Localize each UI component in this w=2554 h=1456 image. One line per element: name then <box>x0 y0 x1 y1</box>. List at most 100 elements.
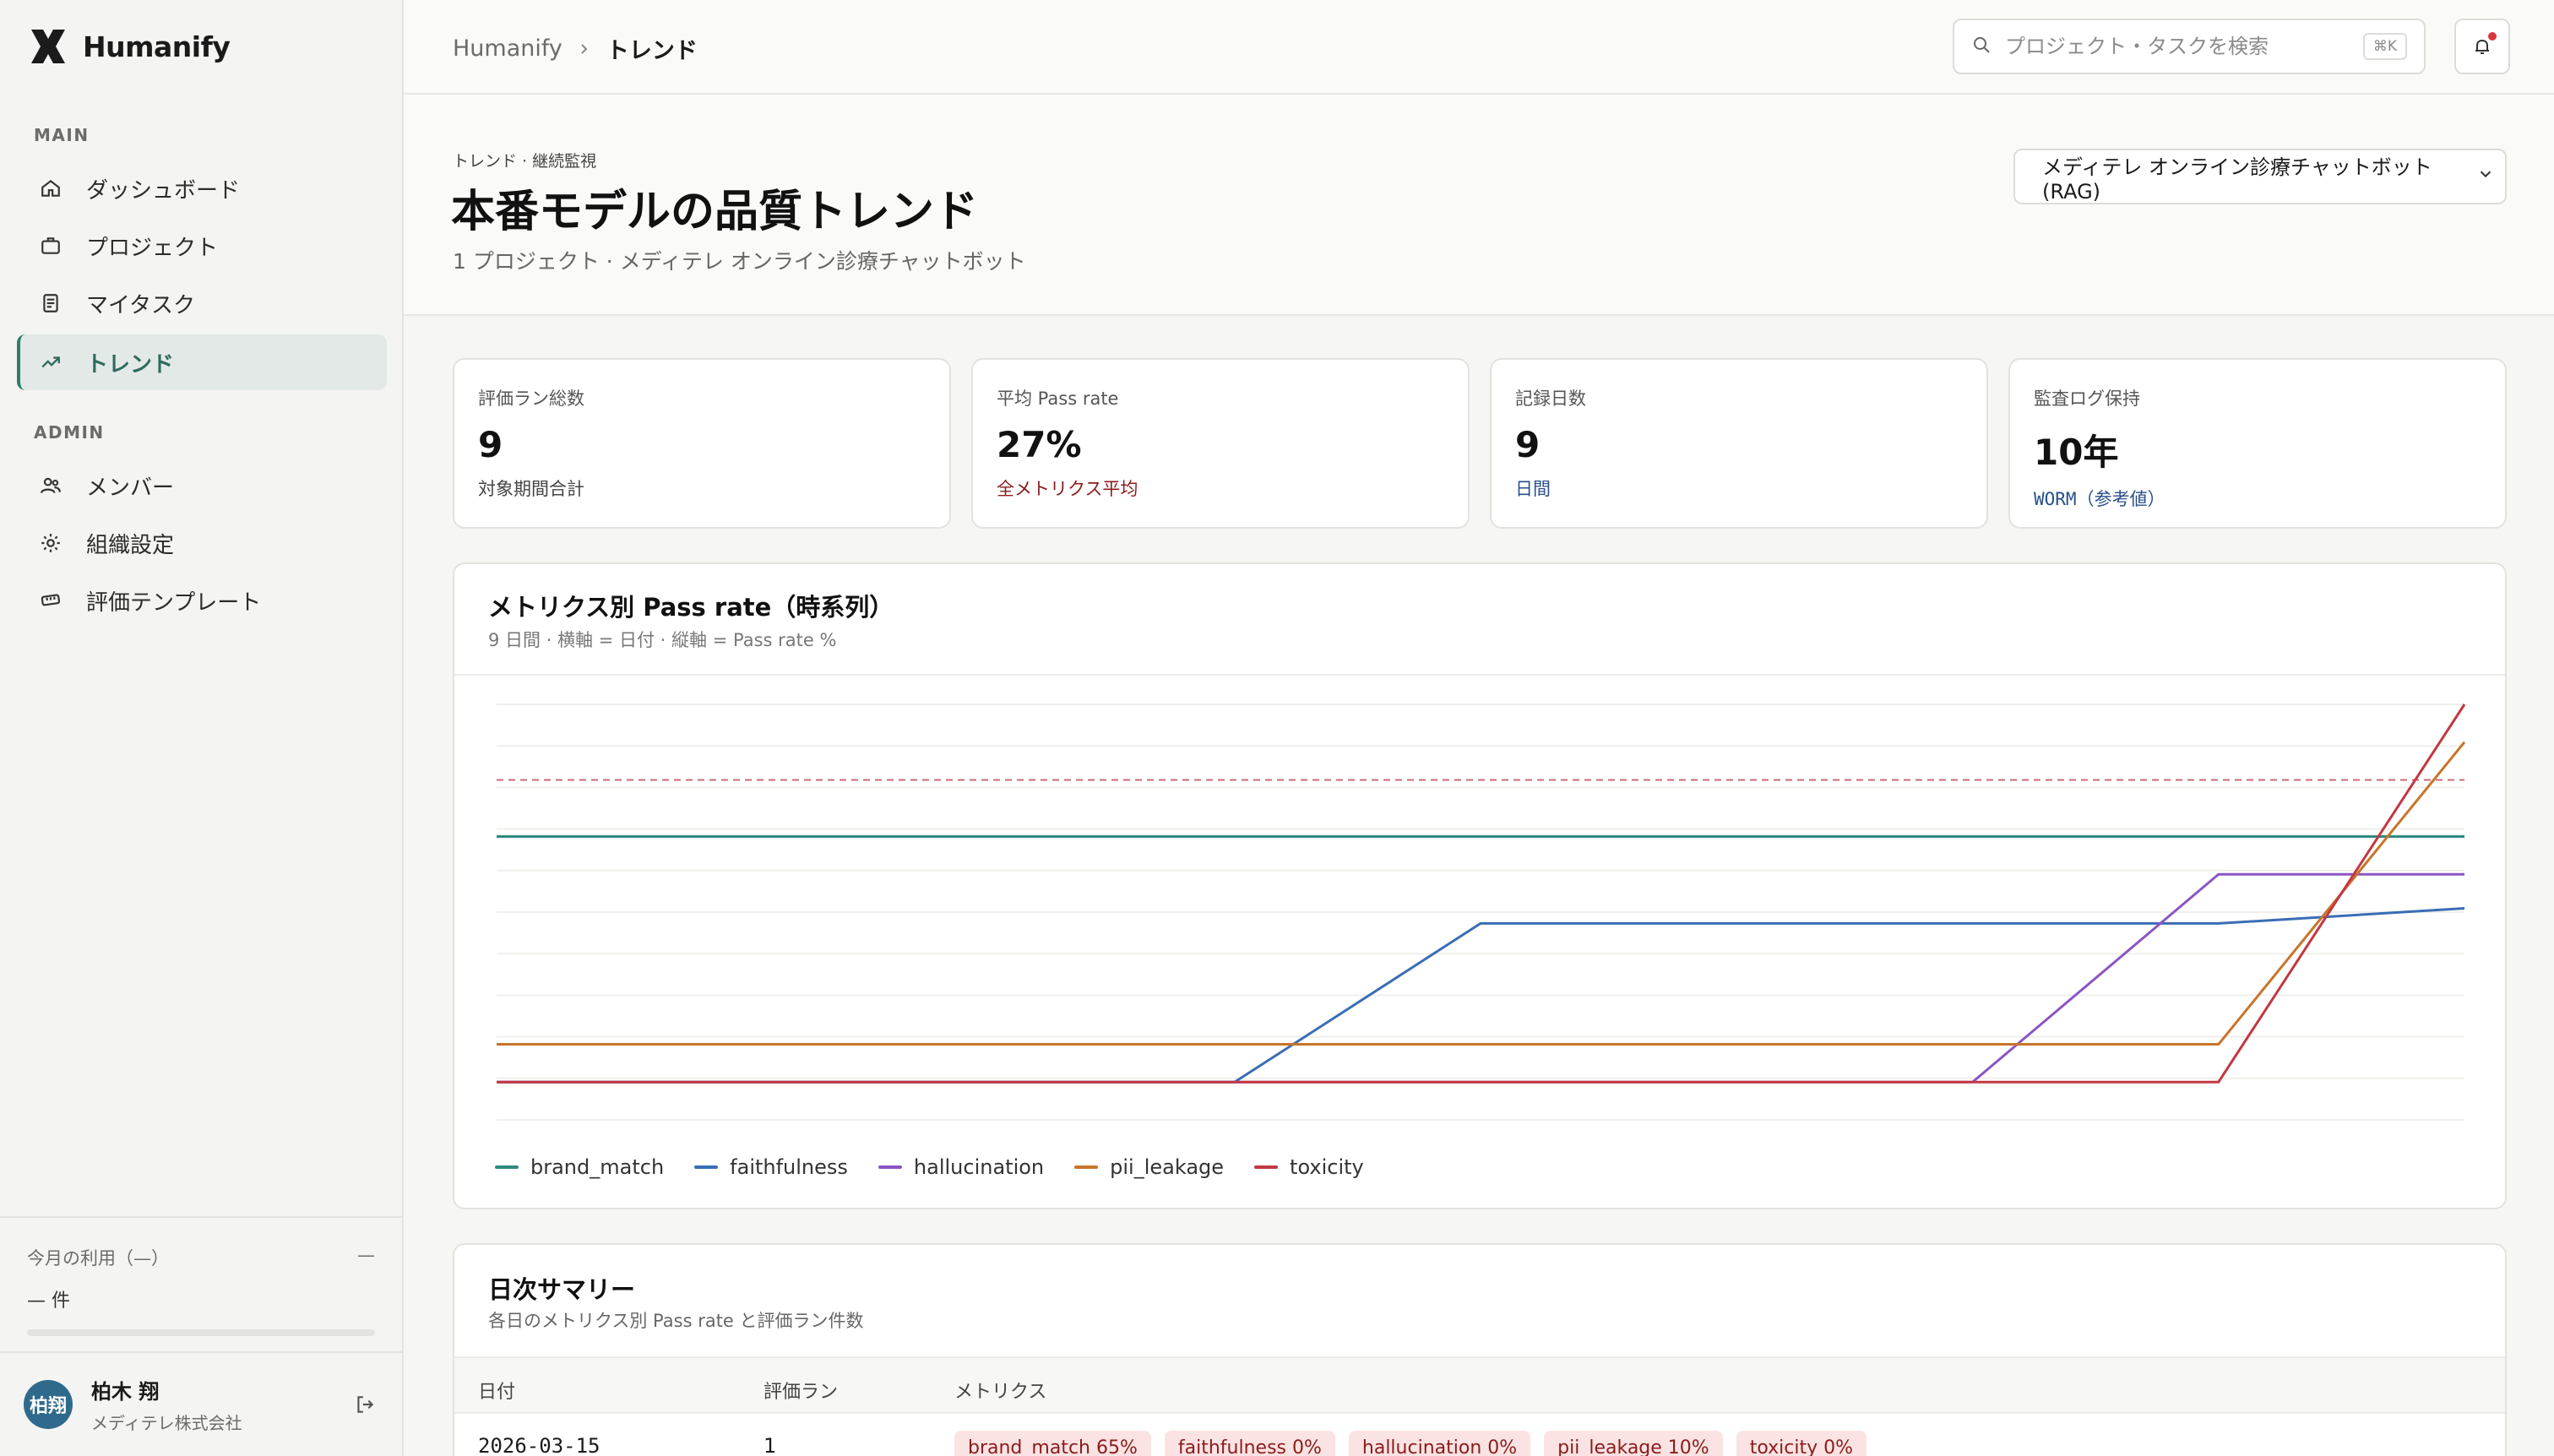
sidebar-item-label: プロジェクト <box>86 235 219 261</box>
chart-legend: brand_match faithfulness hallucination pii_… <box>495 1155 1364 1179</box>
chevron-down-icon <box>2476 165 2495 188</box>
project-select[interactable]: メディテレ オンライン診療チャットボット (RAG) <box>2013 149 2507 204</box>
page-eyebrow: トレンド · 継続監視 <box>453 152 597 171</box>
sidebar-item-label: 評価テンプレート <box>86 589 262 616</box>
briefcase-icon <box>37 232 64 259</box>
column-header-runs: 評価ラン <box>763 1382 839 1403</box>
humanify-logo-icon <box>31 30 65 63</box>
stat-card-recorded-days: 記録日数 9 日間 <box>1490 358 1988 529</box>
page-subtitle: 1 プロジェクト · メディテレ オンライン診療チャットボット <box>453 249 1026 274</box>
sidebar-item-members[interactable]: メンバー <box>17 458 387 513</box>
nav-section-main: MAIN <box>34 125 90 145</box>
chart-card: メトリクス別 Pass rate（時系列） 9 日間 · 横軸 = 日付 · 縦… <box>453 562 2507 1209</box>
legend-item-hallucination[interactable]: hallucination <box>878 1155 1044 1179</box>
metric-pill: pii_leakage 10% <box>1544 1431 1723 1456</box>
table-row[interactable]: 2026-03-15 1 brand_match 65% faithfulness… <box>454 1414 2505 1456</box>
notification-dot <box>2488 32 2497 41</box>
nav-section-admin: ADMIN <box>34 422 105 443</box>
logout-icon[interactable] <box>351 1391 378 1418</box>
breadcrumb-root[interactable]: Humanify <box>453 35 562 62</box>
table-header: 日付 評価ラン メトリクス <box>454 1356 2505 1414</box>
series-line-hallucination[interactable] <box>497 872 2464 1084</box>
stat-label: 平均 Pass rate <box>997 388 1119 409</box>
legend-item-faithfulness[interactable]: faithfulness <box>694 1155 848 1179</box>
usage-label: 今月の利用（—） <box>27 1248 169 1269</box>
sidebar-item-label: 組織設定 <box>86 532 175 558</box>
legend-swatch <box>694 1165 719 1169</box>
usage-panel: 今月の利用（—） — — 件 <box>0 1216 402 1351</box>
trend-icon <box>37 349 64 376</box>
metric-pill: hallucination 0% <box>1348 1431 1531 1456</box>
stat-note: 全メトリクス平均 <box>997 479 1138 499</box>
column-header-date: 日付 <box>478 1382 516 1403</box>
project-select-value: メディテレ オンライン診療チャットボット (RAG) <box>2042 155 2432 204</box>
sidebar-item-org-settings[interactable]: 組織設定 <box>17 515 387 571</box>
search-shortcut: ⌘K <box>2362 33 2407 60</box>
row-runs: 1 <box>763 1434 777 1456</box>
stat-value: 9 <box>478 424 503 465</box>
page-title: 本番モデルの品質トレンド <box>451 187 979 237</box>
legend-label: faithfulness <box>730 1155 848 1179</box>
task-icon <box>37 290 64 317</box>
sidebar-item-my-tasks[interactable]: マイタスク <box>17 275 387 331</box>
pass-rate-line-chart <box>497 704 2466 1121</box>
stat-card-total-runs: 評価ラン総数 9 対象期間合計 <box>453 358 951 529</box>
sidebar-item-label: マイタスク <box>86 292 195 318</box>
legend-swatch <box>1074 1165 1099 1169</box>
legend-item-brand_match[interactable]: brand_match <box>495 1155 664 1179</box>
row-date: 2026-03-15 <box>478 1434 600 1456</box>
search-input[interactable] <box>2005 35 2350 58</box>
sidebar: Humanify MAIN ダッシュボード プロジェクト マイタスク トレンド … <box>0 0 404 1456</box>
stat-note: WORM（参考値） <box>2034 489 2165 509</box>
template-icon <box>37 587 64 614</box>
search-box[interactable]: ⌘K <box>1953 19 2426 74</box>
stat-value: 27% <box>997 424 1082 465</box>
chart-title: メトリクス別 Pass rate（時系列） <box>488 593 894 622</box>
summary-subtitle: 各日のメトリクス別 Pass rate と評価ラン件数 <box>488 1311 864 1331</box>
sidebar-item-eval-templates[interactable]: 評価テンプレート <box>17 573 387 628</box>
series-line-toxicity[interactable] <box>497 704 2466 1084</box>
sidebar-item-label: ダッシュボード <box>86 177 241 204</box>
column-header-metrics: メトリクス <box>954 1382 1047 1403</box>
stat-card-audit-log: 監査ログ保持 10年 WORM（参考値） <box>2008 358 2507 529</box>
legend-swatch <box>495 1165 519 1169</box>
user-name: 柏木 翔 <box>91 1380 160 1404</box>
legend-label: brand_match <box>530 1155 665 1179</box>
sidebar-item-dashboard[interactable]: ダッシュボード <box>17 160 387 216</box>
notifications-button[interactable] <box>2454 19 2510 74</box>
brand[interactable]: Humanify <box>29 27 231 66</box>
metric-pills: brand_match 65% faithfulness 0% hallucinat… <box>954 1431 1867 1456</box>
stat-value: 9 <box>1515 424 1541 465</box>
home-icon <box>37 175 64 202</box>
search-icon <box>1971 35 1992 58</box>
sidebar-item-trends[interactable]: トレンド <box>17 334 387 390</box>
sidebar-item-label: トレンド <box>86 351 175 378</box>
metric-pill: toxicity 0% <box>1736 1431 1867 1456</box>
legend-label: toxicity <box>1290 1155 1364 1179</box>
app-name: Humanify <box>83 30 231 63</box>
usage-value: — 件 <box>27 1290 70 1312</box>
stat-card-avg-pass-rate: 平均 Pass rate 27% 全メトリクス平均 <box>971 358 1470 529</box>
avatar[interactable]: 柏翔 <box>24 1380 73 1429</box>
chart-subtitle: 9 日間 · 横軸 = 日付 · 縦軸 = Pass rate % <box>488 630 837 650</box>
sidebar-item-projects[interactable]: プロジェクト <box>17 218 387 274</box>
daily-summary-card: 日次サマリー 各日のメトリクス別 Pass rate と評価ラン件数 日付 評価… <box>453 1243 2507 1456</box>
metric-pill: faithfulness 0% <box>1164 1431 1335 1456</box>
usage-progress-bar <box>27 1329 375 1336</box>
chevron-right-icon <box>578 35 591 62</box>
sidebar-item-label: メンバー <box>86 475 175 501</box>
user-panel: 柏翔 柏木 翔 メディテレ株式会社 <box>0 1351 402 1456</box>
legend-item-pii_leakage[interactable]: pii_leakage <box>1074 1155 1224 1179</box>
breadcrumb-current: トレンド <box>606 38 698 64</box>
legend-item-toxicity[interactable]: toxicity <box>1254 1155 1364 1179</box>
page-header: トレンド · 継続監視 本番モデルの品質トレンド 1 プロジェクト · メディテ… <box>404 95 2554 316</box>
stat-note: 日間 <box>1515 479 1551 499</box>
user-org: メディテレ株式会社 <box>91 1413 242 1433</box>
stat-value: 10年 <box>2034 432 2119 473</box>
topbar: Humanify トレンド ⌘K <box>404 0 2554 95</box>
stat-note: 対象期間合計 <box>478 479 584 499</box>
stat-label: 評価ラン総数 <box>478 388 584 409</box>
breadcrumb: Humanify トレンド <box>453 32 698 65</box>
stat-label: 監査ログ保持 <box>2034 388 2140 409</box>
members-icon <box>37 472 64 499</box>
